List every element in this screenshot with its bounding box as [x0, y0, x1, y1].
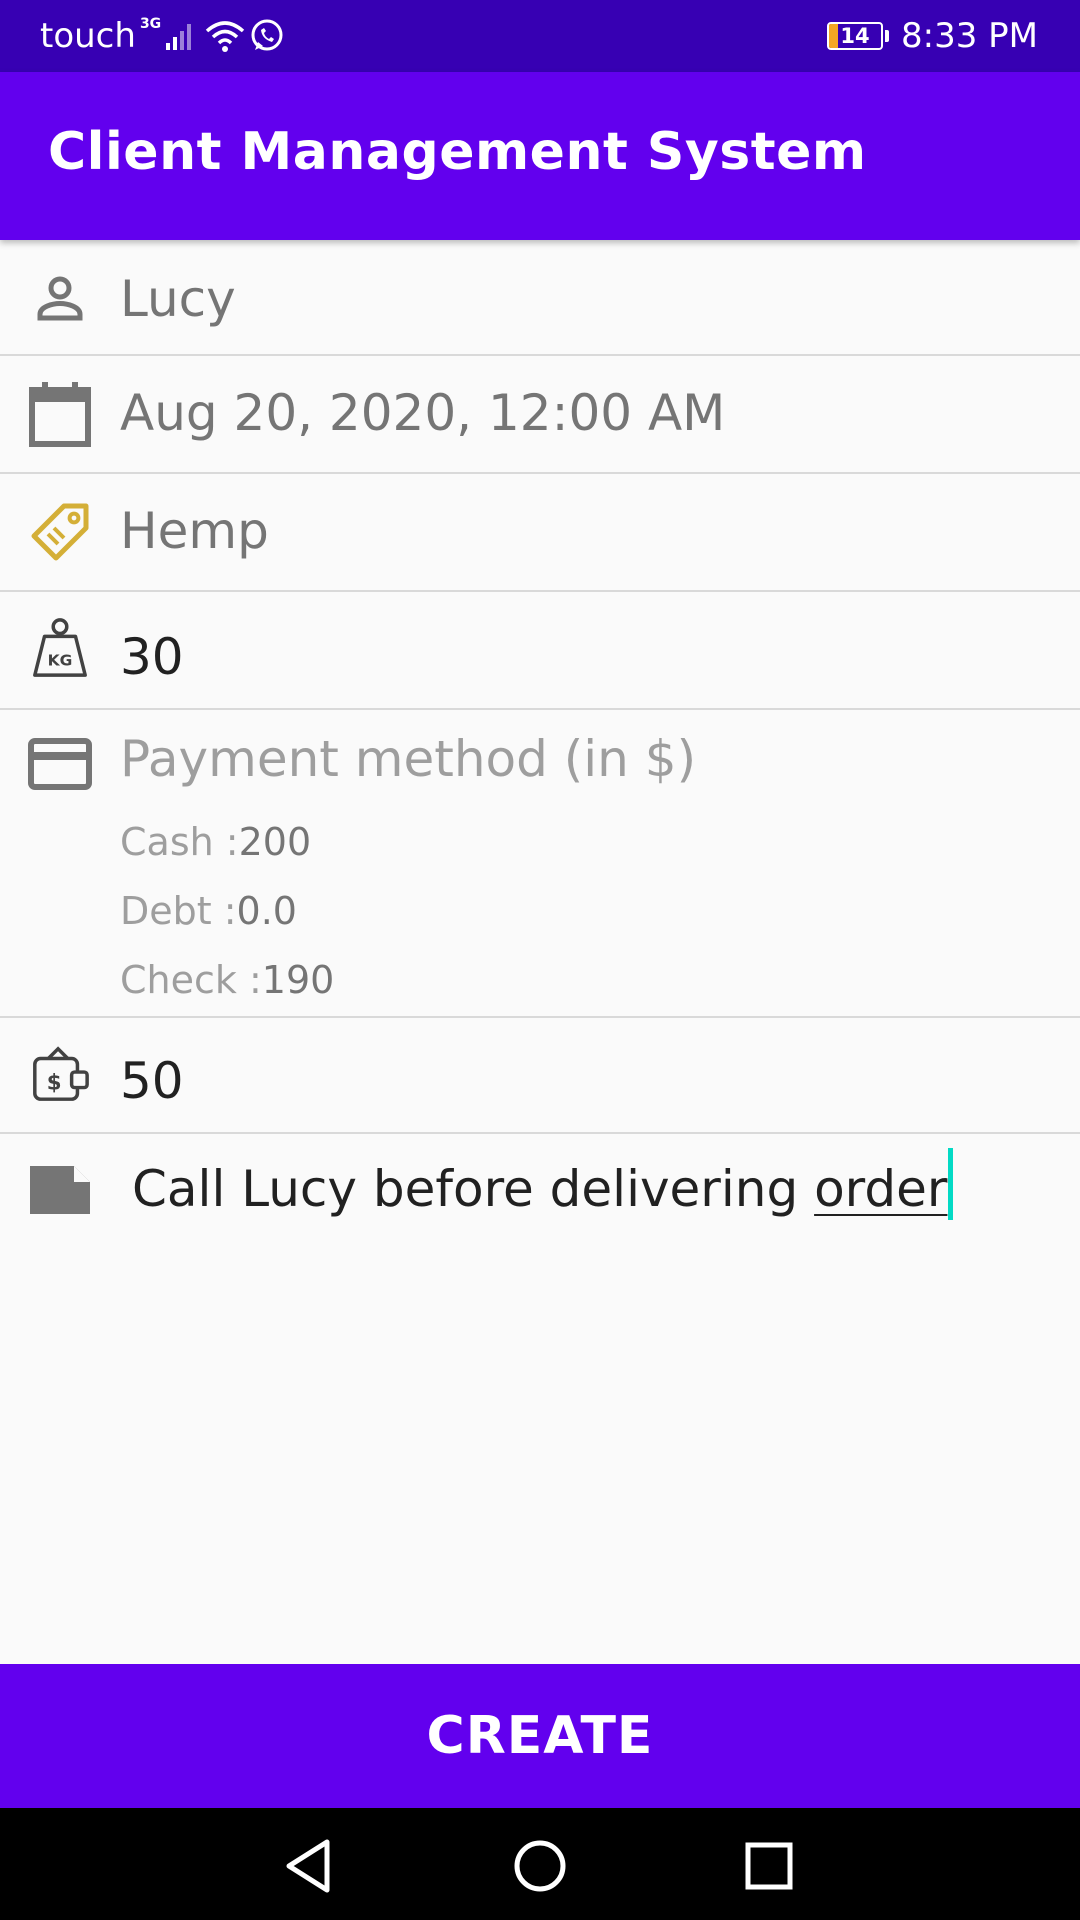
- cash-label: Cash :: [120, 820, 239, 864]
- note-input[interactable]: Call Lucy before delivering order: [132, 1148, 954, 1220]
- home-icon[interactable]: [510, 1836, 570, 1896]
- credit-card-icon: [28, 732, 92, 796]
- weight-value: 30: [120, 628, 184, 686]
- debt-value: 0.0: [236, 889, 297, 933]
- back-icon[interactable]: [279, 1836, 339, 1896]
- wallet-icon: $: [28, 1042, 92, 1106]
- note-text-composing: order: [814, 1160, 948, 1218]
- battery-level: 14: [840, 24, 870, 48]
- client-name-value: Lucy: [120, 270, 236, 328]
- note-text: Call Lucy before delivering: [132, 1160, 815, 1218]
- payment-check: Check :190: [120, 958, 334, 1002]
- text-cursor: [948, 1148, 954, 1220]
- client-form: Lucy Aug 20, 2020, 12:00 AM Hemp KG 30 P…: [0, 240, 1080, 1284]
- product-field[interactable]: Hemp: [0, 474, 1080, 592]
- app-title: Client Management System: [48, 122, 867, 182]
- cash-value: 200: [238, 820, 312, 864]
- whatsapp-icon: [249, 18, 285, 54]
- payment-debt: Debt :0.0: [120, 889, 297, 933]
- svg-text:$: $: [47, 1071, 62, 1096]
- calendar-icon: [28, 382, 92, 447]
- payment-label: Payment method (in $): [120, 730, 697, 788]
- client-name-field[interactable]: Lucy: [0, 240, 1080, 356]
- navigation-bar: [0, 1808, 1080, 1920]
- recents-icon[interactable]: [739, 1836, 799, 1896]
- check-value: 190: [261, 958, 335, 1002]
- status-bar: touch 3G 14 8:33 PM: [0, 0, 1080, 72]
- status-right: 14 8:33 PM: [827, 14, 1038, 58]
- payment-field[interactable]: Payment method (in $) Cash :200 Debt :0.…: [0, 710, 1080, 1018]
- payment-cash: Cash :200: [120, 820, 311, 864]
- signal-icon: [165, 21, 195, 51]
- weight-field[interactable]: KG 30: [0, 592, 1080, 710]
- extra-amount-value: 50: [120, 1052, 184, 1110]
- svg-text:KG: KG: [48, 651, 73, 669]
- tag-icon: [28, 500, 92, 564]
- product-value: Hemp: [120, 502, 269, 560]
- date-value: Aug 20, 2020, 12:00 AM: [120, 384, 726, 442]
- status-left: touch 3G: [40, 14, 285, 58]
- note-icon: [28, 1158, 92, 1222]
- extra-amount-field[interactable]: $ 50: [0, 1018, 1080, 1134]
- date-field[interactable]: Aug 20, 2020, 12:00 AM: [0, 356, 1080, 474]
- wifi-icon: [205, 19, 245, 53]
- create-button[interactable]: CREATE: [0, 1664, 1080, 1808]
- clock: 8:33 PM: [901, 16, 1038, 56]
- check-label: Check :: [120, 958, 262, 1002]
- app-bar: Client Management System: [0, 72, 1080, 240]
- kg-weight-icon: KG: [28, 616, 92, 680]
- battery-icon: 14: [827, 22, 889, 50]
- person-icon: [28, 266, 92, 330]
- carrier-name: touch: [40, 16, 136, 56]
- debt-label: Debt :: [120, 889, 237, 933]
- network-type: 3G: [139, 16, 162, 32]
